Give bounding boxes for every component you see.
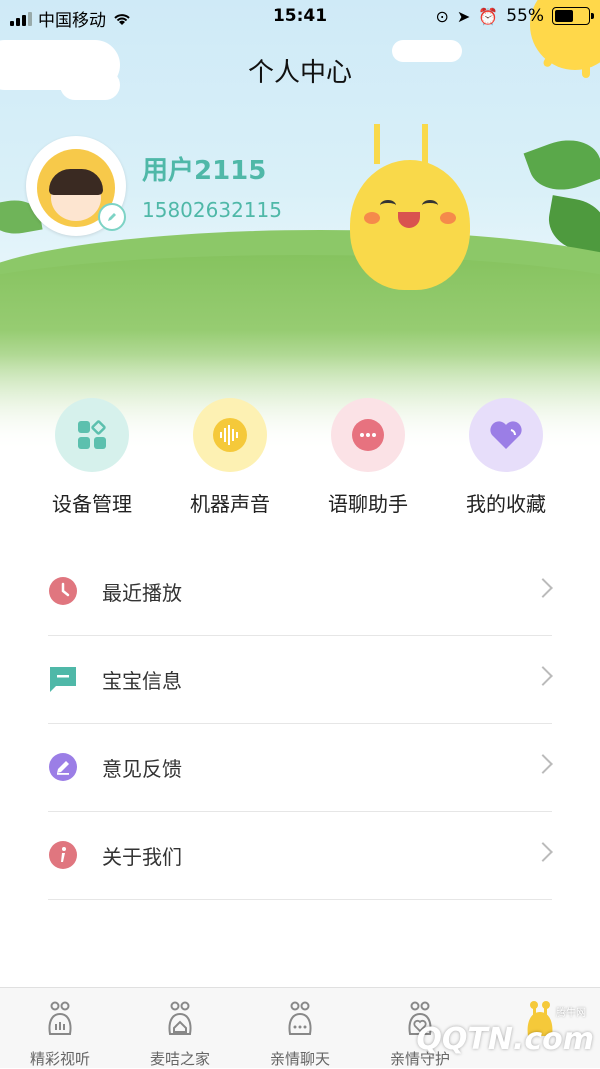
watermark-small: 腾牛网: [556, 1008, 586, 1019]
sound-wave-icon: [213, 418, 247, 452]
battery-percent: 55%: [506, 6, 544, 26]
tab-label: 亲情聊天: [269, 1050, 330, 1068]
edit-icon: [49, 753, 77, 781]
heart-icon: [490, 421, 522, 449]
pencil-icon: [108, 213, 116, 221]
rotation-lock-icon: ⊙: [435, 6, 449, 26]
info-icon: [49, 841, 77, 869]
chat-bubble-icon: [352, 419, 384, 451]
alarm-icon: ⏰: [478, 6, 499, 26]
tab-family-chat[interactable]: 亲情聊天: [240, 994, 360, 1069]
page-title: 个人中心: [247, 58, 352, 88]
menu-item-feedback[interactable]: 意见反馈: [48, 723, 553, 812]
device-grid-icon: [55, 398, 129, 472]
quick-action-label: 语聊助手: [328, 492, 408, 516]
menu-item-about-us[interactable]: 关于我们: [48, 811, 553, 900]
menu-item-baby-info[interactable]: 宝宝信息: [48, 635, 553, 724]
chevron-right-icon: [533, 842, 553, 862]
menu-item-label: 意见反馈: [102, 757, 182, 781]
mascot-tab-icon: [48, 1001, 72, 1035]
chevron-right-icon: [533, 754, 553, 774]
quick-action-label: 机器声音: [190, 492, 270, 516]
menu-item-recent-play[interactable]: 最近播放: [48, 547, 553, 636]
edit-avatar-button[interactable]: [98, 203, 126, 231]
quick-action-device-management[interactable]: 设备管理: [32, 398, 152, 517]
quick-action-voice-assistant[interactable]: 语聊助手: [308, 398, 428, 517]
message-icon: [50, 667, 76, 692]
home-tab-icon: [168, 1001, 192, 1035]
chevron-right-icon: [533, 666, 553, 686]
menu-item-label: 最近播放: [102, 581, 182, 605]
menu-item-label: 关于我们: [102, 845, 182, 869]
battery-icon: [552, 7, 594, 25]
menu-item-label: 宝宝信息: [102, 669, 182, 693]
tab-label: 精彩视听: [29, 1050, 90, 1068]
quick-action-label: 我的收藏: [466, 492, 546, 516]
chat-tab-icon: [288, 1001, 312, 1035]
chevron-right-icon: [533, 578, 553, 598]
tab-home[interactable]: 麦咭之家: [120, 994, 240, 1069]
tab-media[interactable]: 精彩视听: [0, 994, 120, 1069]
clock-icon: [49, 577, 77, 605]
quick-action-favorites[interactable]: 我的收藏: [446, 398, 566, 517]
phone-number: 15802632115: [142, 198, 282, 222]
leaf-illustration: [523, 129, 600, 201]
quick-action-machine-sound[interactable]: 机器声音: [170, 398, 290, 517]
location-icon: ➤: [456, 6, 471, 26]
username[interactable]: 用户2115: [142, 150, 266, 187]
tab-label: 麦咭之家: [149, 1050, 210, 1068]
status-bar: 中国移动 15:41 ⊙ ➤ ⏰ 55%: [0, 0, 600, 34]
watermark: QQTN.com: [416, 1022, 594, 1057]
mascot-illustration: [350, 124, 470, 290]
quick-action-label: 设备管理: [52, 492, 132, 516]
